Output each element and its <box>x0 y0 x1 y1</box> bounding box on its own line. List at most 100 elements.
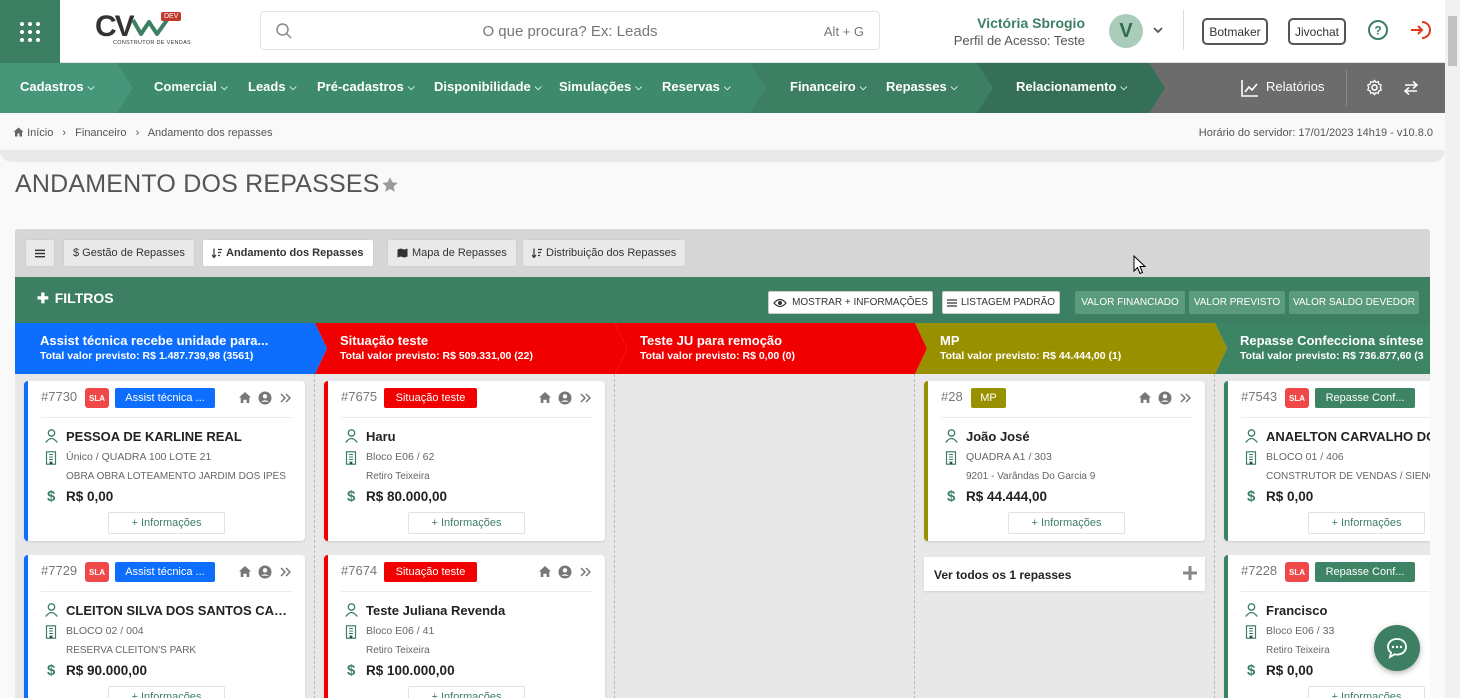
nav-label: Leads <box>248 79 286 94</box>
sla-badge: SLA <box>85 562 109 582</box>
card-id[interactable]: #7228 <box>1241 563 1277 578</box>
home-icon <box>1139 392 1151 403</box>
card-value: R$ 44.444,00 <box>966 489 1048 504</box>
column-header[interactable]: Repasse Confecciona síntese Total valor … <box>1215 323 1430 374</box>
repasse-card[interactable]: #7543 SLA Repasse Conf... ANAELTON CARVALHO… <box>1224 381 1430 541</box>
nav-simulacoes[interactable]: Simulações ⌵ <box>559 79 642 94</box>
more-info-button[interactable]: + Informações <box>408 686 525 698</box>
star-icon[interactable] <box>381 176 399 194</box>
card-id[interactable]: #7730 <box>41 389 77 404</box>
column-header-bg <box>915 323 1227 374</box>
swap-icon[interactable] <box>1403 80 1419 96</box>
more-info-button[interactable]: + Informações <box>108 512 225 534</box>
divider <box>41 591 292 592</box>
column-header[interactable]: Assist técnica recebe unidade para... To… <box>15 323 330 374</box>
nav-disponibilidade[interactable]: Disponibilidade ⌵ <box>434 79 542 94</box>
valor-financiado-button[interactable]: VALOR FINANCIADO <box>1075 291 1185 314</box>
home-icon <box>13 127 24 137</box>
card-id[interactable]: #7543 <box>1241 389 1277 404</box>
logout-icon[interactable] <box>1409 19 1431 41</box>
nav-relatorios[interactable]: Relatórios <box>1266 79 1325 94</box>
breadcrumb-item-inicio[interactable]: Início <box>27 127 53 139</box>
client-name: ANAELTON CARVALHO DOS SANTOS <box>1266 429 1430 444</box>
breadcrumb-item-financeiro[interactable]: Financeiro <box>75 127 126 139</box>
nav-comercial[interactable]: Comercial ⌵ <box>154 79 228 94</box>
card-id[interactable]: #7674 <box>341 563 377 578</box>
card-actions[interactable] <box>1139 390 1191 406</box>
avatar[interactable]: V <box>1109 14 1143 48</box>
default-list-button[interactable]: LISTAGEM PADRÃO <box>942 291 1060 314</box>
search-input[interactable]: O que procura? Ex: Leads <box>261 23 879 40</box>
card-actions[interactable] <box>539 390 591 406</box>
show-more-info-button[interactable]: MOSTRAR + INFORMAÇÕES <box>768 291 933 314</box>
nav-label: Disponibilidade <box>434 79 531 94</box>
nav-repasses[interactable]: Repasses ⌵ <box>886 79 958 94</box>
tabs-bar: $ Gestão de Repasses Andamento dos Repas… <box>15 229 1430 277</box>
botmaker-button[interactable]: Botmaker <box>1202 18 1268 45</box>
filters-toggle[interactable]: ✚ FILTROS <box>37 290 114 307</box>
card-id[interactable]: #7729 <box>41 563 77 578</box>
card-id[interactable]: #7675 <box>341 389 377 404</box>
column-total: Total valor previsto: R$ 1.487.739,98 (3… <box>40 350 254 362</box>
card-actions[interactable] <box>239 564 291 580</box>
scrollbar-thumb[interactable] <box>1448 16 1457 66</box>
column-header[interactable]: MP Total valor previsto: R$ 44.444,00 (1… <box>915 323 1230 374</box>
tab-mapa-repasses[interactable]: Mapa de Repasses <box>387 239 517 267</box>
valor-saldo-devedor-button[interactable]: VALOR SALDO DEVEDOR <box>1289 291 1419 314</box>
repasse-card[interactable]: #7674 Situação teste Teste Juliana Revenda… <box>324 555 605 698</box>
chevron-down-icon[interactable] <box>1152 24 1164 36</box>
logo[interactable]: CV DEV CONSTRUTOR DE VENDAS <box>95 10 195 50</box>
more-info-button[interactable]: + Informações <box>108 686 225 698</box>
more-info-button[interactable]: + Informações <box>1308 686 1425 698</box>
card-actions[interactable] <box>239 390 291 406</box>
breadcrumb: Início › Financeiro › Andamento dos repa… <box>13 127 278 139</box>
nav-relacionamento[interactable]: Relacionamento ⌵ <box>1016 79 1127 94</box>
repasse-card[interactable]: #28 MP João José QUADRA A1 / 303 9201 - Varâ… <box>924 381 1205 541</box>
nav-pre-cadastros[interactable]: Pré-cadastros ⌵ <box>317 79 415 94</box>
gear-icon[interactable] <box>1366 79 1383 96</box>
tab-distribuicao-repasses[interactable]: Distribuição dos Repasses <box>522 239 687 267</box>
jivochat-button[interactable]: Jivochat <box>1288 18 1346 45</box>
status-badge: Repasse Conf... <box>1315 388 1415 408</box>
more-info-button[interactable]: + Informações <box>1308 512 1425 534</box>
tab-gestao-repasses[interactable]: $ Gestão de Repasses <box>63 239 195 267</box>
repasse-card[interactable]: #7730 SLA Assist técnica ... PESSOA DE KARL… <box>24 381 305 541</box>
scrollbar[interactable] <box>1445 0 1460 698</box>
dollar-icon: $ <box>47 488 56 505</box>
unit-info: BLOCO 02 / 004 <box>66 625 144 637</box>
tab-andamento-repasses[interactable]: Andamento dos Repasses <box>202 239 374 267</box>
valor-previsto-button[interactable]: VALOR PREVISTO <box>1189 291 1285 314</box>
dollar-icon: $ <box>947 488 956 505</box>
search-bar[interactable]: O que procura? Ex: Leads Alt + G <box>260 11 880 50</box>
help-icon[interactable]: ? <box>1367 19 1389 41</box>
building-icon <box>345 451 357 465</box>
divider <box>1241 417 1430 418</box>
card-actions[interactable] <box>539 564 591 580</box>
card-id[interactable]: #28 <box>941 389 963 404</box>
home-icon <box>539 566 551 577</box>
more-info-button[interactable]: + Informações <box>408 512 525 534</box>
nav-financeiro[interactable]: Financeiro ⌵ <box>790 79 867 94</box>
divider <box>341 417 592 418</box>
nav-cadastros[interactable]: Cadastros ⌵ <box>20 79 94 94</box>
button-label: MOSTRAR + INFORMAÇÕES <box>792 297 928 308</box>
see-all-button[interactable]: Ver todos os 1 repasses <box>924 557 1205 591</box>
chat-button[interactable] <box>1374 625 1420 671</box>
chevron-down-icon: ⌵ <box>289 82 297 92</box>
divider <box>41 417 292 418</box>
column-header[interactable]: Situação teste Total valor previsto: R$ … <box>315 323 630 374</box>
column-header[interactable]: Teste JU para remoção Total valor previs… <box>615 323 930 374</box>
breadcrumb-item-current: Andamento dos repasses <box>147 127 273 139</box>
column-divider <box>914 374 915 698</box>
menu-toggle-button[interactable] <box>25 239 55 267</box>
see-all-label: Ver todos os 1 repasses <box>934 568 1072 582</box>
column-divider <box>314 374 315 698</box>
more-info-button[interactable]: + Informações <box>1008 512 1125 534</box>
repasse-card[interactable]: #7729 SLA Assist técnica ... CLEITON SILVA … <box>24 555 305 698</box>
repasse-card[interactable]: #7675 Situação teste Haru Bloco E06 / 62 Ret… <box>324 381 605 541</box>
nav-reservas[interactable]: Reservas ⌵ <box>662 79 731 94</box>
user-info[interactable]: Victória Sbrogio Perfil de Acesso: Teste <box>954 15 1085 48</box>
nav-leads[interactable]: Leads ⌵ <box>248 79 296 94</box>
button-label: LISTAGEM PADRÃO <box>960 297 1056 308</box>
apps-grid-button[interactable] <box>0 0 60 63</box>
